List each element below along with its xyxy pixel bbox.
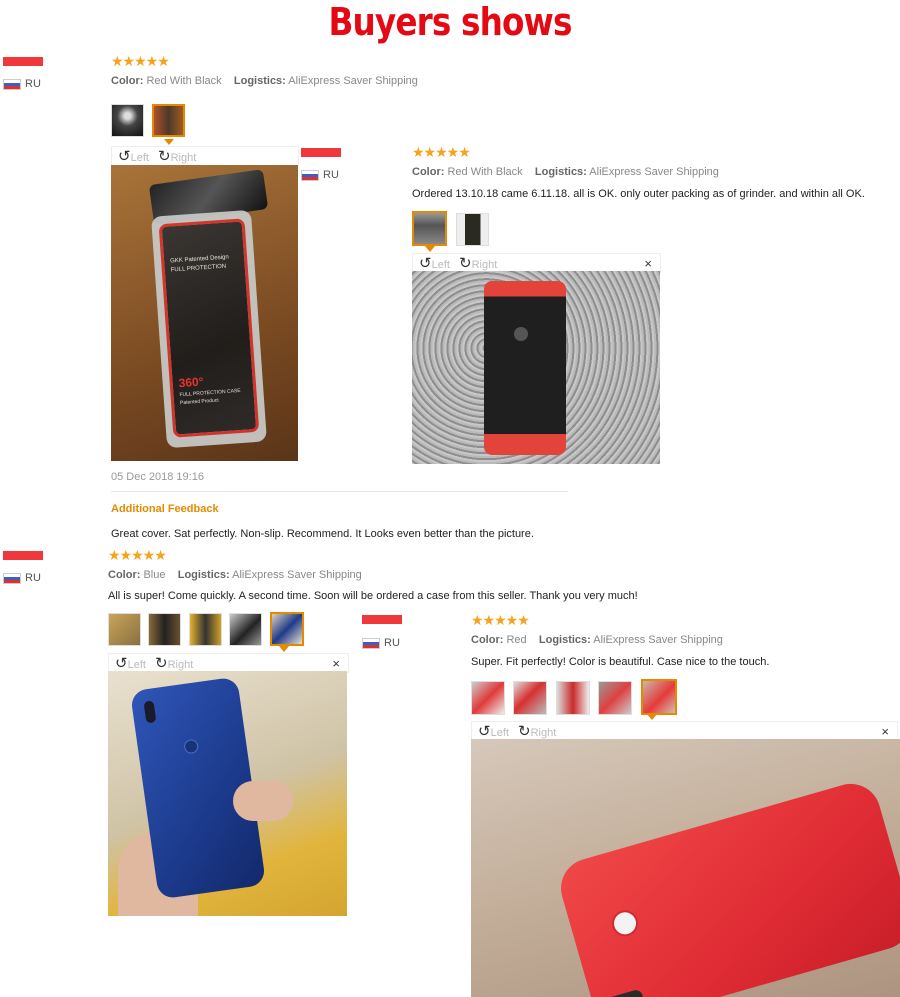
- thumbnail-strip: [111, 104, 186, 142]
- phone-case: [484, 281, 566, 455]
- fingerprint-cutout: [183, 738, 200, 755]
- reviewer-country: RU: [3, 572, 41, 584]
- rotate-right-button[interactable]: ↻Right: [518, 722, 556, 740]
- selected-indicator: [425, 246, 435, 252]
- thumbnail-selected[interactable]: [152, 104, 186, 137]
- camera: [602, 988, 645, 997]
- review-photo-black-case-on-carpet: [412, 271, 660, 464]
- rotate-left-button[interactable]: ↺Left: [118, 147, 149, 165]
- reviewer-country: RU: [362, 637, 400, 649]
- rotate-left-icon: ↺: [115, 655, 128, 672]
- logo-mark: [514, 327, 528, 341]
- rotate-right-button[interactable]: ↻Right: [459, 254, 497, 272]
- thumbnail-selected[interactable]: [412, 211, 447, 246]
- review-meta: Color: Blue Logistics: AliExpress Saver …: [108, 569, 362, 581]
- package-body: GKK Patented Design FULL PROTECTION 360°…: [151, 209, 267, 449]
- review-text: All is super! Come quickly. A second tim…: [108, 590, 638, 602]
- review-photo-red-case-on-table: [471, 739, 900, 997]
- rotate-right-icon: ↻: [155, 655, 168, 672]
- rating-stars: ★★★★★: [108, 547, 167, 563]
- rotate-right-button[interactable]: ↻Right: [155, 654, 193, 672]
- russia-flag-icon: [3, 78, 21, 90]
- reviewer-name-redacted: [3, 551, 43, 560]
- thumbnail-strip: [108, 612, 304, 651]
- thumbnail-selected[interactable]: [640, 679, 677, 715]
- rotate-right-icon: ↻: [158, 148, 171, 165]
- rotate-left-button[interactable]: ↺Left: [478, 722, 509, 740]
- selected-indicator: [279, 646, 289, 652]
- phone-case: GKK Patented Design FULL PROTECTION 360°…: [158, 218, 260, 438]
- rating-stars: ★★★★★: [111, 53, 170, 69]
- thumbnail[interactable]: [513, 681, 548, 715]
- thumbnail[interactable]: [598, 681, 633, 715]
- rotate-left-button[interactable]: ↺Left: [419, 254, 450, 272]
- camera: [143, 700, 157, 724]
- rotate-left-icon: ↺: [118, 148, 131, 165]
- review-meta: Color: Red Logistics: AliExpress Saver S…: [471, 634, 723, 646]
- review-text: Super. Fit perfectly! Color is beautiful…: [471, 656, 770, 668]
- russia-flag-icon: [301, 169, 319, 181]
- review-photo-packaged-case: GKK Patented Design FULL PROTECTION 360°…: [111, 165, 298, 461]
- additional-feedback-label: Additional Feedback: [111, 503, 219, 515]
- rating-stars: ★★★★★: [412, 144, 471, 160]
- finger: [233, 781, 293, 821]
- additional-feedback-text: Great cover. Sat perfectly. Non-slip. Re…: [111, 528, 534, 540]
- rotate-right-icon: ↻: [518, 723, 531, 740]
- reviewer-country: RU: [3, 78, 41, 90]
- selected-indicator: [647, 714, 657, 720]
- rotate-left-button[interactable]: ↺Left: [115, 654, 146, 672]
- thumbnail-strip: [471, 679, 677, 720]
- thumbnail[interactable]: [148, 613, 182, 646]
- review-photo-blue-case-in-hand: [108, 671, 347, 916]
- review-text: Ordered 13.10.18 came 6.11.18. all is OK…: [412, 188, 865, 200]
- thumbnail[interactable]: [108, 613, 141, 646]
- thumbnail[interactable]: [456, 213, 490, 246]
- reviewer-name-redacted: [3, 57, 43, 66]
- close-viewer-button[interactable]: ×: [332, 656, 340, 671]
- image-viewer-toolbar: ↺Left ↻Right ×: [108, 653, 349, 673]
- rotate-left-icon: ↺: [478, 723, 491, 740]
- review-meta: Color: Red With Black Logistics: AliExpr…: [412, 166, 719, 178]
- image-viewer-toolbar: ↺Left ↻Right ×: [412, 253, 661, 273]
- rotate-right-icon: ↻: [459, 255, 472, 272]
- thumbnail[interactable]: [229, 613, 263, 646]
- russia-flag-icon: [3, 572, 21, 584]
- divider: [111, 491, 568, 492]
- fingerprint-cutout: [608, 907, 642, 940]
- thumbnail[interactable]: [555, 681, 590, 715]
- reviewer-country: RU: [301, 169, 339, 181]
- thumbnail-strip: [412, 211, 490, 251]
- thumbnail[interactable]: [111, 104, 144, 137]
- rating-stars: ★★★★★: [471, 612, 530, 628]
- reviewer-name-redacted: [362, 615, 402, 624]
- image-viewer-toolbar: ↺Left ↻Right ×: [471, 721, 898, 741]
- image-viewer-toolbar: ↺Left ↻Right: [111, 146, 299, 166]
- review-meta: Color: Red With Black Logistics: AliExpr…: [111, 75, 418, 87]
- selected-indicator: [164, 139, 174, 145]
- russia-flag-icon: [362, 637, 380, 649]
- close-viewer-button[interactable]: ×: [644, 256, 652, 271]
- review-date: 05 Dec 2018 19:16: [111, 471, 204, 483]
- rotate-left-icon: ↺: [419, 255, 432, 272]
- page-title: Buyers shows: [328, 0, 572, 44]
- thumbnail[interactable]: [471, 681, 505, 715]
- rotate-right-button[interactable]: ↻Right: [158, 147, 196, 165]
- reviewer-name-redacted: [301, 148, 341, 157]
- thumbnail-selected[interactable]: [269, 612, 304, 646]
- phone-case: [553, 776, 900, 997]
- thumbnail[interactable]: [188, 613, 222, 646]
- close-viewer-button[interactable]: ×: [881, 724, 889, 739]
